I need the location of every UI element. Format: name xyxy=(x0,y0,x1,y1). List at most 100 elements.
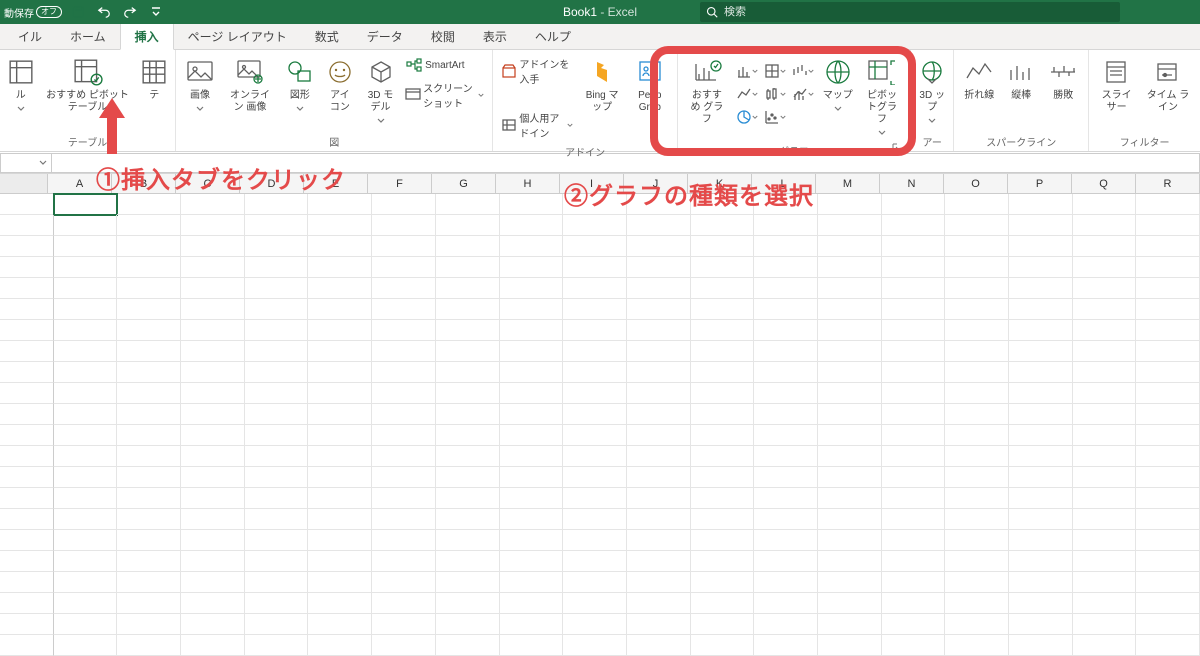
cell[interactable] xyxy=(945,257,1009,278)
cell[interactable] xyxy=(436,446,500,467)
qat-customize-icon[interactable] xyxy=(146,2,166,22)
cell[interactable] xyxy=(754,509,818,530)
column-header[interactable]: Q xyxy=(1072,174,1136,193)
recommended-charts-button[interactable]: おすすめ グラフ xyxy=(684,54,730,128)
cell[interactable] xyxy=(54,362,118,383)
cell[interactable] xyxy=(1136,299,1200,320)
cell[interactable] xyxy=(181,383,245,404)
cell[interactable] xyxy=(563,278,627,299)
cell[interactable] xyxy=(1136,320,1200,341)
cell[interactable] xyxy=(500,467,564,488)
cell[interactable] xyxy=(181,278,245,299)
cell[interactable] xyxy=(117,530,181,551)
pie-chart-button[interactable] xyxy=(736,106,758,128)
cell[interactable] xyxy=(945,425,1009,446)
cell[interactable] xyxy=(54,509,118,530)
column-header[interactable]: B xyxy=(112,174,176,193)
cell[interactable] xyxy=(245,215,309,236)
name-box[interactable] xyxy=(0,153,52,173)
tab-file[interactable]: イル xyxy=(4,24,56,49)
cell[interactable] xyxy=(627,593,691,614)
pivottable-button[interactable]: ル xyxy=(6,54,36,117)
cell[interactable] xyxy=(117,194,181,215)
cell[interactable] xyxy=(945,551,1009,572)
cell[interactable] xyxy=(882,572,946,593)
column-header[interactable]: O xyxy=(944,174,1008,193)
cell[interactable] xyxy=(563,593,627,614)
cell[interactable] xyxy=(627,383,691,404)
cell[interactable] xyxy=(1009,362,1073,383)
people-graph-button[interactable]: Peop Grap xyxy=(629,54,671,116)
cell[interactable] xyxy=(1009,236,1073,257)
cell[interactable] xyxy=(181,446,245,467)
cell[interactable] xyxy=(1136,530,1200,551)
cell[interactable] xyxy=(818,572,882,593)
cell[interactable] xyxy=(54,593,118,614)
bing-maps-button[interactable]: Bing マップ xyxy=(579,54,624,116)
column-chart-button[interactable] xyxy=(736,60,758,82)
cell[interactable] xyxy=(754,446,818,467)
maps-button[interactable]: マップ xyxy=(820,54,856,117)
column-header[interactable]: R xyxy=(1136,174,1200,193)
cell[interactable] xyxy=(818,593,882,614)
cell[interactable] xyxy=(181,236,245,257)
worksheet-grid[interactable]: ABCDEFGHIJKLMNOPQR xyxy=(0,174,1200,656)
cell[interactable] xyxy=(181,194,245,215)
cell[interactable] xyxy=(500,362,564,383)
cell[interactable] xyxy=(1073,593,1137,614)
cell[interactable] xyxy=(117,467,181,488)
cell[interactable] xyxy=(1009,278,1073,299)
cell[interactable] xyxy=(882,509,946,530)
cell[interactable] xyxy=(372,236,436,257)
cell[interactable] xyxy=(945,278,1009,299)
cell[interactable] xyxy=(372,278,436,299)
cell[interactable] xyxy=(882,467,946,488)
cell[interactable] xyxy=(691,194,755,215)
cell[interactable] xyxy=(945,530,1009,551)
cell[interactable] xyxy=(691,341,755,362)
cell[interactable] xyxy=(818,362,882,383)
cell[interactable] xyxy=(1009,551,1073,572)
cell[interactable] xyxy=(882,614,946,635)
get-addins-button[interactable]: アドインを入手 xyxy=(499,54,575,88)
cell[interactable] xyxy=(245,236,309,257)
cell[interactable] xyxy=(1009,320,1073,341)
cell[interactable] xyxy=(500,446,564,467)
tab-home[interactable]: ホーム xyxy=(56,24,120,49)
cell[interactable] xyxy=(882,488,946,509)
cell[interactable] xyxy=(627,446,691,467)
column-header[interactable]: H xyxy=(496,174,560,193)
cell[interactable] xyxy=(117,509,181,530)
cell[interactable] xyxy=(754,404,818,425)
cell[interactable] xyxy=(308,257,372,278)
sparkline-winloss-button[interactable]: 勝敗 xyxy=(1044,54,1082,104)
cell[interactable] xyxy=(308,593,372,614)
cell[interactable] xyxy=(245,572,309,593)
cell[interactable] xyxy=(1009,635,1073,656)
sparkline-column-button[interactable]: 縦棒 xyxy=(1002,54,1040,104)
cell[interactable] xyxy=(54,404,118,425)
cell[interactable] xyxy=(1073,236,1137,257)
pivotchart-button[interactable]: ピボットグラフ xyxy=(860,54,904,141)
cell[interactable] xyxy=(1136,257,1200,278)
cell[interactable] xyxy=(1073,257,1137,278)
cell[interactable] xyxy=(754,341,818,362)
cell[interactable] xyxy=(627,551,691,572)
cell[interactable] xyxy=(500,509,564,530)
cell[interactable] xyxy=(882,320,946,341)
cell[interactable] xyxy=(308,446,372,467)
cell[interactable] xyxy=(563,194,627,215)
cell[interactable] xyxy=(117,341,181,362)
cell[interactable] xyxy=(117,551,181,572)
tab-view[interactable]: 表示 xyxy=(469,24,521,49)
cell[interactable] xyxy=(882,551,946,572)
tab-help[interactable]: ヘルプ xyxy=(521,24,585,49)
cell[interactable] xyxy=(1073,467,1137,488)
tab-insert[interactable]: 挿入 xyxy=(120,23,174,50)
cell[interactable] xyxy=(1073,572,1137,593)
column-header[interactable]: L xyxy=(752,174,816,193)
cell[interactable] xyxy=(245,530,309,551)
cell[interactable] xyxy=(627,635,691,656)
cell[interactable] xyxy=(882,341,946,362)
cell[interactable] xyxy=(436,341,500,362)
